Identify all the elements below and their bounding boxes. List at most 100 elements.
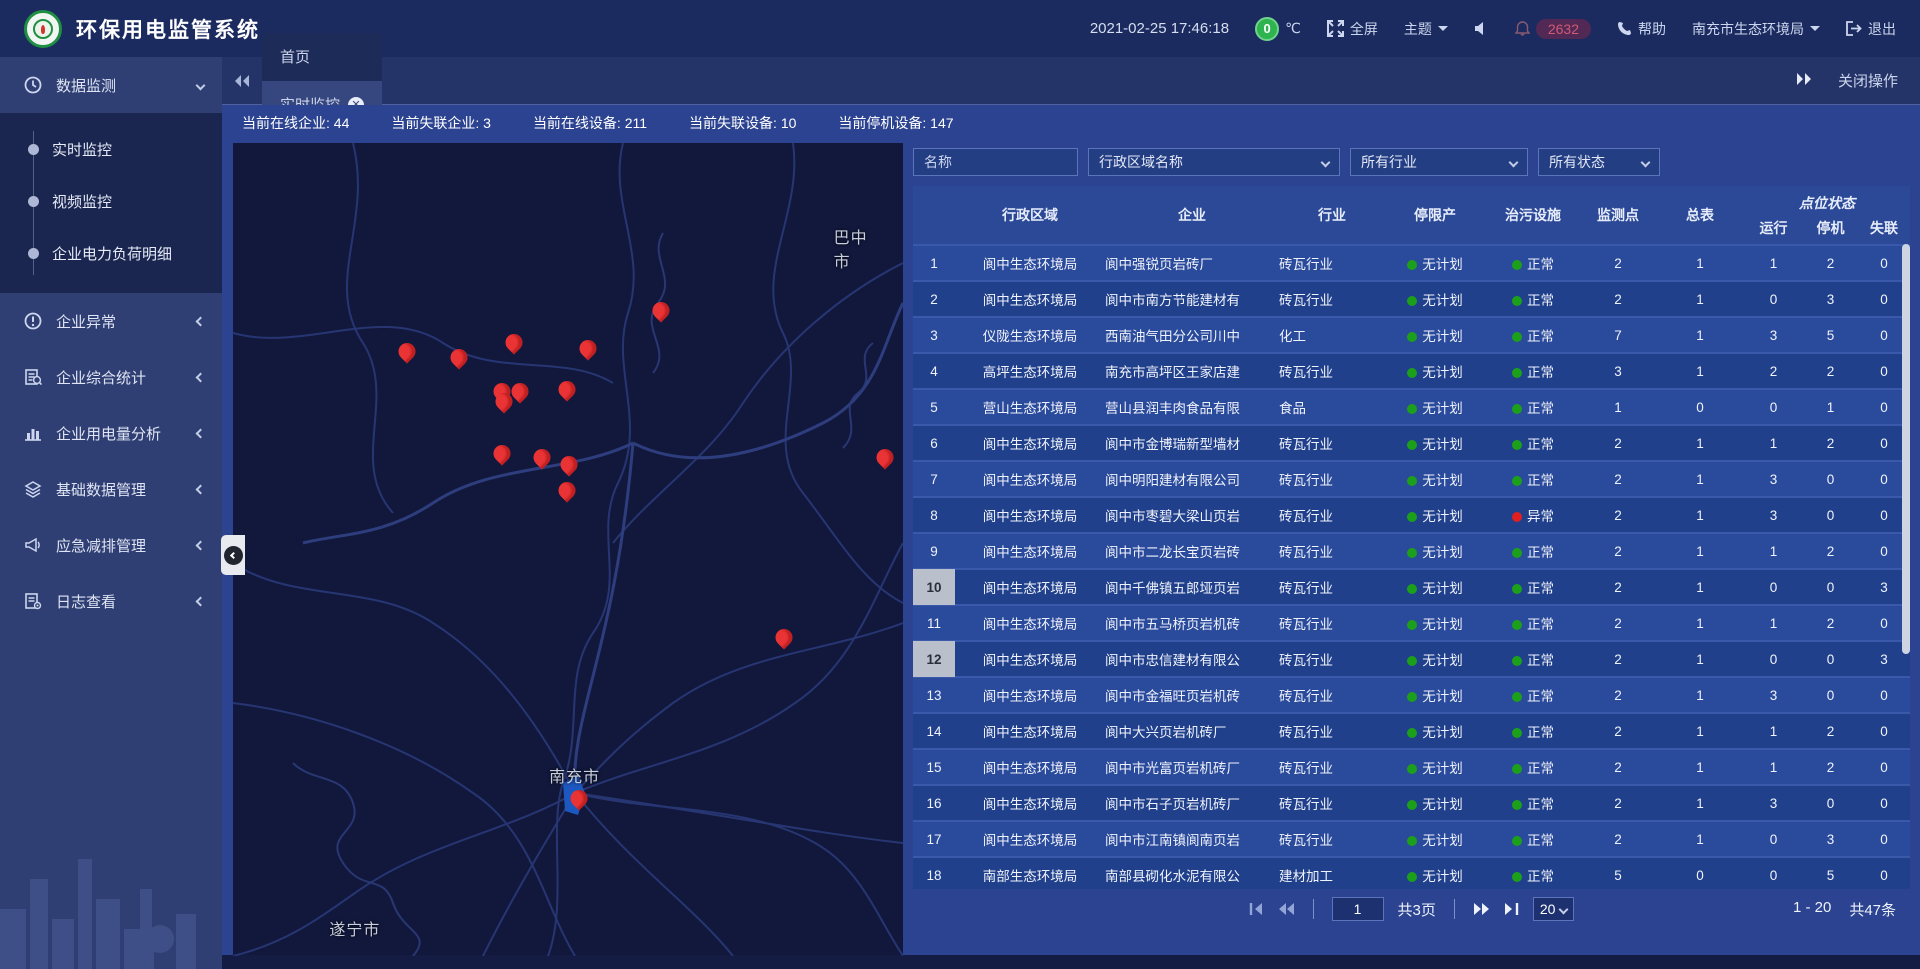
map-pin-9[interactable]	[559, 381, 576, 398]
table-row-12[interactable]: 12阆中生态环境局阆中市忠信建材有限公砖瓦行业无计划正常21003	[913, 640, 1910, 676]
cell-limit-status: 无计划	[1385, 325, 1485, 345]
table-row-13[interactable]: 13阆中生态环境局阆中市金福旺页岩机砖砖瓦行业无计划正常21300	[913, 676, 1910, 712]
cell-company: 阆中市金福旺页岩机砖	[1105, 685, 1279, 705]
table-scrollbar[interactable]	[1902, 244, 1910, 654]
map-pin-3[interactable]	[505, 334, 522, 351]
table-row-7[interactable]: 7阆中生态环境局阆中明阳建材有限公司砖瓦行业无计划正常21300	[913, 460, 1910, 496]
cell-region: 阆中生态环境局	[955, 757, 1105, 777]
map-pin-4[interactable]	[580, 340, 597, 357]
sidebar-section-5[interactable]: 基础数据管理	[0, 461, 222, 517]
map-pin-2[interactable]	[450, 349, 467, 366]
status-dot	[1407, 404, 1417, 414]
tab-首页[interactable]: 首页	[262, 33, 382, 81]
sidebar-section-2[interactable]: 企业异常	[0, 293, 222, 349]
cell-monitor-count: 3	[1581, 364, 1655, 379]
map-pin-14[interactable]	[876, 449, 893, 466]
industry-select-value: 所有行业	[1361, 152, 1417, 172]
table-row-2[interactable]: 2阆中生态环境局阆中市南方节能建材有砖瓦行业无计划正常21030	[913, 280, 1910, 316]
map-pin-7[interactable]	[511, 383, 528, 400]
map-pin-5[interactable]	[653, 302, 670, 319]
total-pages-label: 共3页	[1398, 899, 1436, 920]
tabs-scroll-left-button[interactable]	[222, 57, 262, 105]
map-pin-13[interactable]	[559, 482, 576, 499]
name-search-input[interactable]	[913, 148, 1078, 176]
status-dot	[1407, 548, 1417, 558]
last-page-button[interactable]	[1504, 902, 1519, 916]
phone-icon	[1617, 21, 1632, 36]
speaker-icon	[1474, 21, 1489, 36]
stat-当前在线设备: 当前在线设备: 211	[533, 113, 647, 133]
table-row-17[interactable]: 17阆中生态环境局阆中市江南镇阆南页岩砖瓦行业无计划正常21030	[913, 820, 1910, 856]
logout-button[interactable]: 退出	[1846, 19, 1896, 39]
table-row-4[interactable]: 4高坪生态环境局南充市高坪区王家店建砖瓦行业无计划正常31220	[913, 352, 1910, 388]
status-dot	[1407, 476, 1417, 486]
table-row-18[interactable]: 18南部生态环境局南部县砌化水泥有限公建材加工无计划正常50050	[913, 856, 1910, 889]
fullscreen-button[interactable]: 全屏	[1327, 19, 1378, 39]
chevron-left-icon	[196, 596, 206, 606]
table-row-11[interactable]: 11阆中生态环境局阆中市五马桥页岩机砖砖瓦行业无计划正常21120	[913, 604, 1910, 640]
table-row-6[interactable]: 6阆中生态环境局阆中市金博瑞新型墙材砖瓦行业无计划正常21120	[913, 424, 1910, 460]
cell-industry: 砖瓦行业	[1279, 541, 1385, 561]
cell-industry: 砖瓦行业	[1279, 469, 1385, 489]
map-pin-16[interactable]	[570, 790, 587, 807]
caret-down-icon	[1810, 26, 1820, 31]
map-collapse-button[interactable]	[221, 535, 245, 575]
sidebar-section-6[interactable]: 应急减排管理	[0, 517, 222, 573]
first-page-button[interactable]	[1249, 902, 1264, 916]
status-dot	[1407, 620, 1417, 630]
prev-page-button[interactable]	[1278, 902, 1295, 916]
close-operations-button[interactable]: 关闭操作	[1838, 70, 1898, 91]
cell-limit-status: 无计划	[1385, 469, 1485, 489]
help-button[interactable]: 帮助	[1617, 19, 1666, 39]
sidebar-section-1[interactable]: 数据监测	[0, 57, 222, 113]
table-row-8[interactable]: 8阆中生态环境局阆中市枣碧大梁山页岩砖瓦行业无计划异常21300	[913, 496, 1910, 532]
table-row-9[interactable]: 9阆中生态环境局阆中市二龙长宝页岩砖砖瓦行业无计划正常21120	[913, 532, 1910, 568]
status-dot	[1512, 728, 1522, 738]
cell-monitor-count: 2	[1581, 256, 1655, 271]
status-dot	[1407, 800, 1417, 810]
cell-run-count: 0	[1745, 652, 1802, 667]
map-pin-15[interactable]	[775, 629, 792, 646]
notifications-button[interactable]: 2632	[1515, 19, 1591, 39]
org-dropdown[interactable]: 南充市生态环境局	[1692, 19, 1820, 39]
sidebar-item-视频监控[interactable]: 视频监控	[0, 175, 222, 227]
region-select[interactable]: 行政区域名称	[1088, 148, 1340, 176]
cell-num: 6	[913, 425, 955, 461]
name-input-field[interactable]	[924, 154, 1067, 170]
theme-dropdown[interactable]: 主题	[1404, 19, 1448, 39]
table-row-5[interactable]: 5营山生态环境局营山县润丰肉食品有限食品无计划正常10010	[913, 388, 1910, 424]
col-停限产: 停限产	[1385, 205, 1485, 225]
table-row-10[interactable]: 10阆中生态环境局阆中千佛镇五郎垭页岩砖瓦行业无计划正常21003	[913, 568, 1910, 604]
next-page-button[interactable]	[1473, 902, 1490, 916]
map-pin-11[interactable]	[533, 449, 550, 466]
tabs-scroll-right-button[interactable]	[1796, 72, 1812, 90]
sidebar-item-实时监控[interactable]: 实时监控	[0, 123, 222, 175]
cell-num: 17	[913, 821, 955, 857]
map-pin-8[interactable]	[495, 393, 512, 410]
table-row-16[interactable]: 16阆中生态环境局阆中市石子页岩机砖厂砖瓦行业无计划正常21300	[913, 784, 1910, 820]
industry-select[interactable]: 所有行业	[1350, 148, 1528, 176]
sound-mute-button[interactable]	[1474, 21, 1489, 36]
map-panel[interactable]: 巴中市南充市遂宁市	[233, 143, 903, 955]
cell-treatment-status: 正常	[1485, 613, 1581, 633]
map-pin-12[interactable]	[560, 456, 577, 473]
cell-region: 阆中生态环境局	[955, 469, 1105, 489]
map-pin-10[interactable]	[493, 445, 510, 462]
cell-monitor-count: 2	[1581, 688, 1655, 703]
sidebar-section-3[interactable]: 企业综合统计	[0, 349, 222, 405]
table-row-1[interactable]: 1阆中生态环境局阆中强锐页岩砖厂砖瓦行业无计划正常21120	[913, 244, 1910, 280]
cell-meter-count: 1	[1655, 544, 1745, 559]
page-number-input[interactable]: 1	[1332, 897, 1384, 921]
sidebar-item-企业电力负荷明细[interactable]: 企业电力负荷明细	[0, 227, 222, 279]
status-dot	[1512, 836, 1522, 846]
cell-run-count: 3	[1745, 688, 1802, 703]
sidebar-section-7[interactable]: 日志查看	[0, 573, 222, 629]
table-row-15[interactable]: 15阆中生态环境局阆中市光富页岩机砖厂砖瓦行业无计划正常21120	[913, 748, 1910, 784]
sidebar-section-4[interactable]: 企业用电量分析	[0, 405, 222, 461]
status-select[interactable]: 所有状态	[1538, 148, 1660, 176]
table-row-3[interactable]: 3仪陇生态环境局西南油气田分公司川中化工无计划正常71350	[913, 316, 1910, 352]
map-pin-1[interactable]	[399, 343, 416, 360]
table-row-14[interactable]: 14阆中生态环境局阆中大兴页岩机砖厂砖瓦行业无计划正常21120	[913, 712, 1910, 748]
datetime-label: 2021-02-25 17:46:18	[1090, 20, 1229, 37]
page-size-select[interactable]: 20	[1533, 897, 1575, 921]
